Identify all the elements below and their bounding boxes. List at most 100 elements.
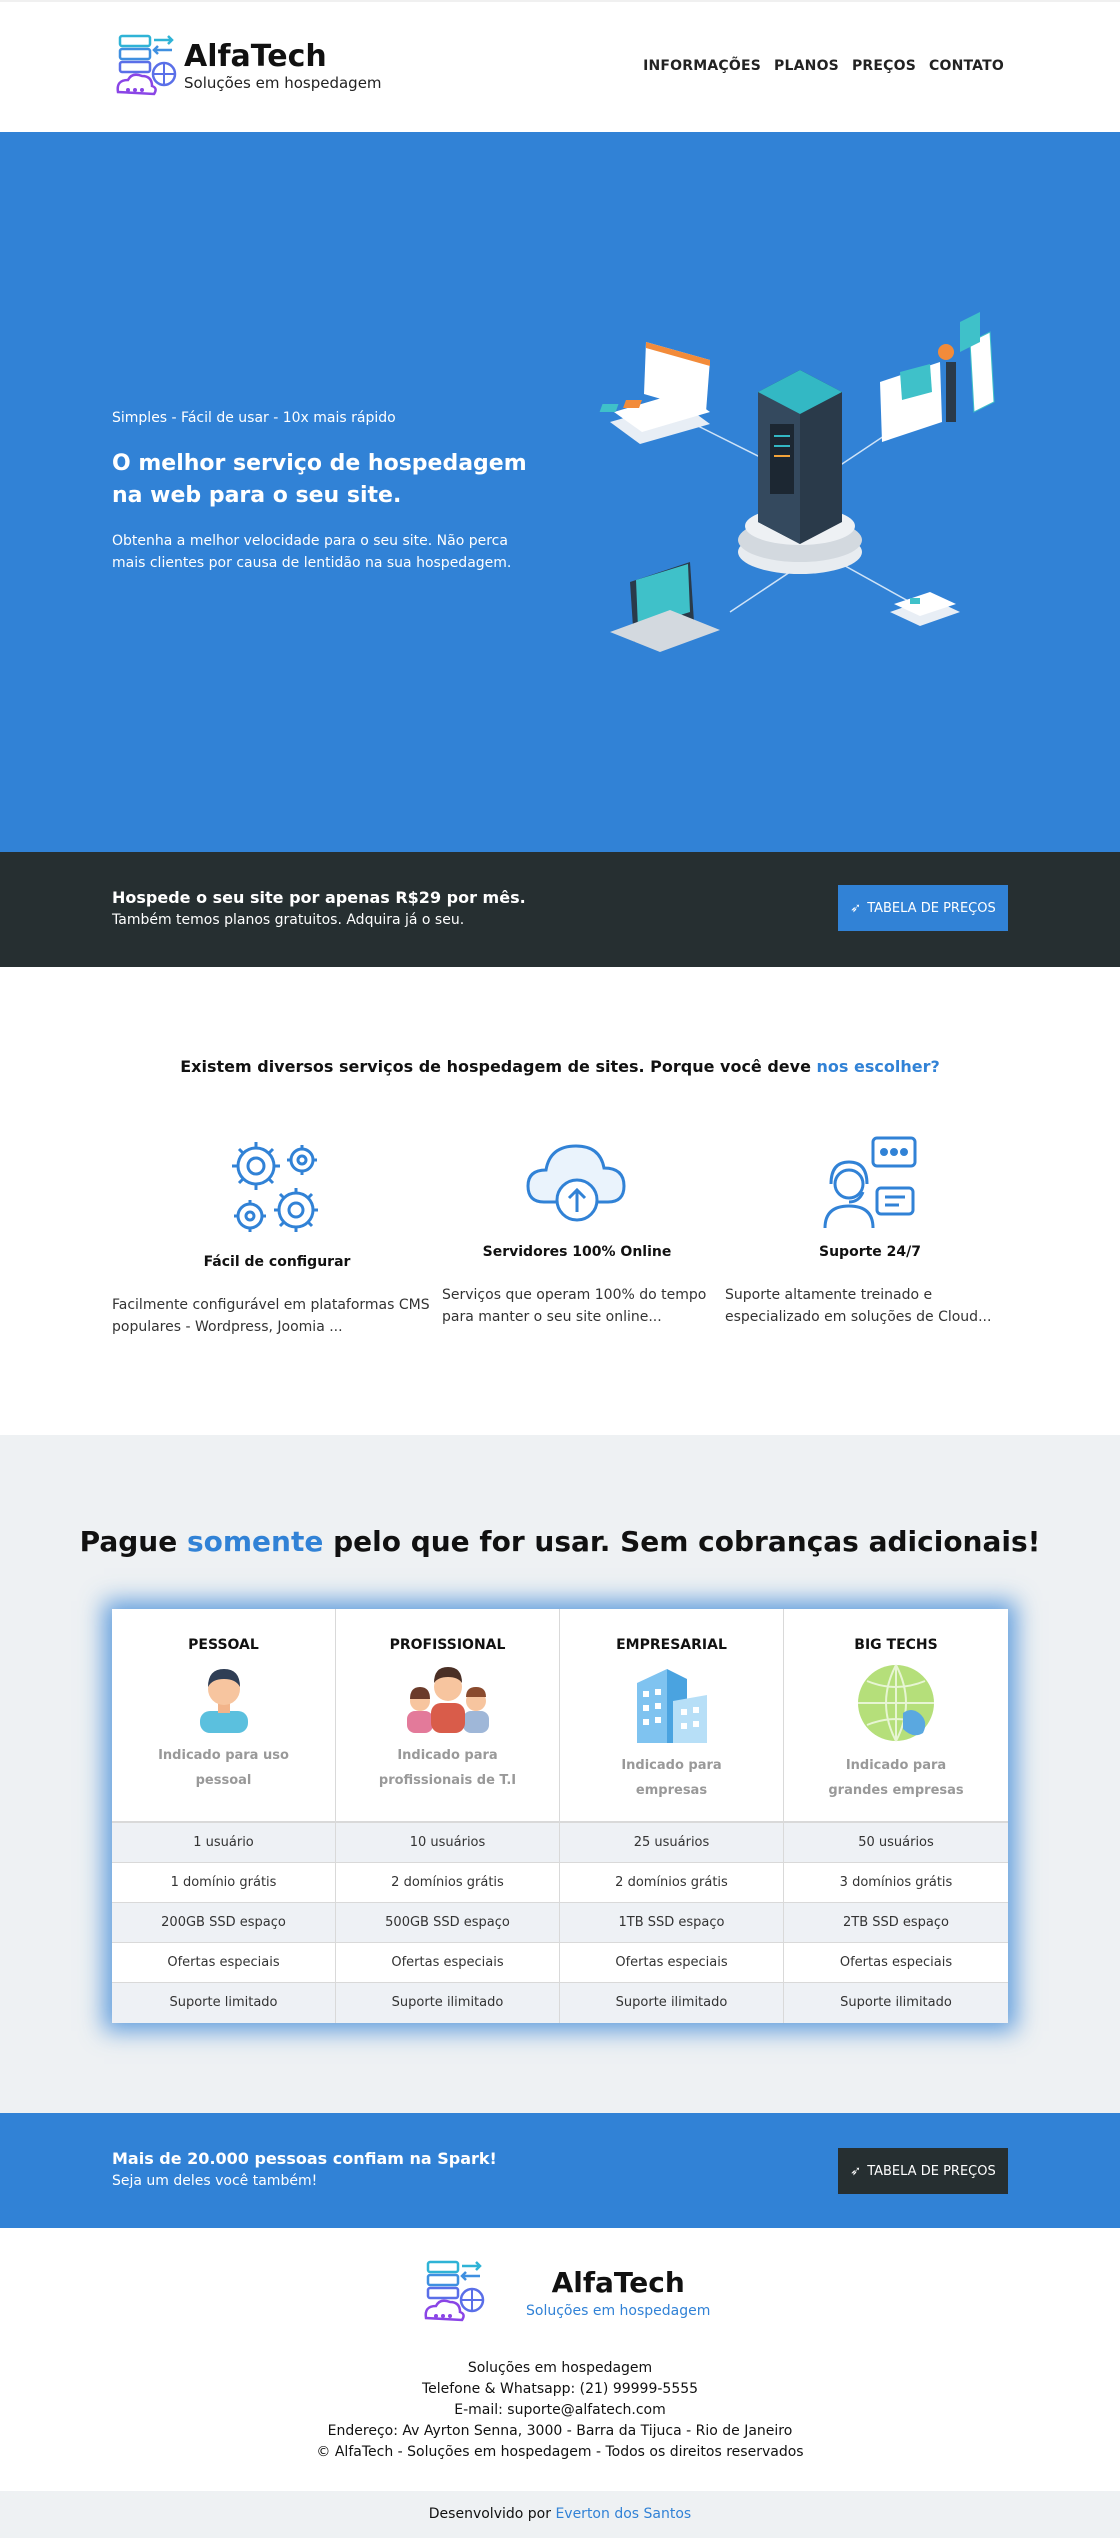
plan-name: EMPRESARIAL [616, 1637, 727, 1653]
building-icon [636, 1669, 707, 1743]
nav-contato[interactable]: CONTATO [929, 58, 1004, 74]
price-cta-section: Hospede o seu site por apenas R$29 por m… [0, 852, 1120, 967]
plan-feature-row: Suporte ilimitado [784, 1983, 1008, 2023]
pricing-section: Pague somente pelo que for usar. Sem cob… [0, 1435, 1120, 2113]
cta-title: Mais de 20.000 pessoas confiam na Spark! [112, 2149, 497, 2168]
nav-planos[interactable]: PLANOS [774, 58, 839, 74]
nav-informacoes[interactable]: INFORMAÇÕES [643, 58, 761, 74]
plan-feature-row: Suporte limitado [112, 1983, 335, 2023]
plan-header: EMPRESARIAL Indicado para empresas [560, 1609, 783, 1823]
plan-feature-row: Ofertas especiais [560, 1943, 783, 1983]
footer-address: Endereço: Av Ayrton Senna, 3000 - Barra … [327, 2423, 793, 2439]
plan-feature-row: 3 domínios grátis [784, 1863, 1008, 1903]
footer-line: Soluções em hospedagem [467, 2360, 653, 2376]
credit-bar: Desenvolvido por Everton dos Santos [0, 2491, 1120, 2538]
plan-feature-row: 1 domínio grátis [112, 1863, 335, 1903]
cloud-upload-icon [526, 1144, 626, 1222]
price-table-button-label: TABELA DE PREÇOS [867, 2163, 996, 2179]
footer-email: E-mail: suporte@alfatech.com [454, 2402, 666, 2418]
team-icon [406, 1667, 489, 1733]
plan-feature-row: 50 usuários [784, 1823, 1008, 1863]
footer-brand-name: AlfaTech [551, 2265, 685, 2299]
feature-title: Fácil de configurar [203, 1254, 351, 1270]
feature-text: Suporte altamente treinado e especializa… [725, 1287, 992, 1325]
footer-phone: Telefone & Whatsapp: (21) 99999-5555 [421, 2381, 699, 2397]
plan-header: BIG TECHS Indicado para grandes empresas [784, 1609, 1008, 1823]
pricing-title-highlight: somente [186, 1525, 324, 1558]
server-illustration-icon [599, 312, 995, 652]
plan-profissional[interactable]: PROFISSIONAL Indicado para profissionais… [336, 1609, 560, 2023]
plan-feature-row: 200GB SSD espaço [112, 1903, 335, 1943]
pricing-title: Pague somente pelo que for usar. Sem cob… [0, 1525, 1120, 1558]
page: AlfaTech Soluções em hospedagem INFORMAÇ… [0, 0, 1120, 2538]
plan-name: BIG TECHS [854, 1637, 938, 1653]
hero-title: O melhor serviço de hospedagem na web pa… [112, 451, 527, 508]
feature-easy-config: Fácil de configurar Facilmente configurá… [112, 1132, 442, 1338]
rocket-icon: ➶ [850, 900, 862, 916]
plan-indication: Indicado para grandes empresas [828, 1758, 964, 1798]
plan-feature-row: 2 domínios grátis [336, 1863, 559, 1903]
price-table-button[interactable]: ➶ TABELA DE PREÇOS [838, 885, 1008, 931]
plan-feature-row: 1 usuário [112, 1823, 335, 1863]
plan-name: PESSOAL [188, 1637, 259, 1653]
plan-header: PROFISSIONAL Indicado para profissionais… [336, 1609, 559, 1823]
footer-copyright: © AlfaTech - Soluções em hospedagem - To… [316, 2444, 804, 2460]
hero-tagline: Simples - Fácil de usar - 10x mais rápid… [112, 410, 396, 426]
globe-icon [858, 1664, 934, 1742]
feature-support: Suporte 24/7 Suporte altamente treinado … [725, 1132, 1015, 1328]
brand-name: AlfaTech [184, 39, 327, 74]
plan-feature-row: Suporte ilimitado [560, 1983, 783, 2023]
plan-feature-row: 2 domínios grátis [560, 1863, 783, 1903]
person-icon [199, 1669, 248, 1733]
feature-title: Suporte 24/7 [819, 1244, 921, 1260]
site-header: AlfaTech Soluções em hospedagem INFORMAÇ… [0, 0, 1120, 132]
credit-prefix: Desenvolvido por [428, 2506, 551, 2522]
footer-info: Soluções em hospedagem Telefone & Whatsa… [0, 2358, 1120, 2463]
feature-text: Serviços que operam 100% do tempo para m… [442, 1287, 707, 1325]
plan-feature-row: Suporte ilimitado [336, 1983, 559, 2023]
plan-pessoal[interactable]: PESSOAL Indicado para uso pessoal 1 usuá… [112, 1609, 336, 2023]
rocket-icon: ➶ [850, 2163, 862, 2179]
pricing-title-suffix: pelo que for usar. Sem cobranças adicion… [333, 1525, 1041, 1558]
footer-brand-tagline: Soluções em hospedagem [526, 2302, 711, 2319]
site-footer: AlfaTech Soluções em hospedagem Soluções… [0, 2228, 1120, 2491]
why-title: Existem diversos serviços de hospedagem … [0, 1057, 1120, 1076]
plan-feature-row: 10 usuários [336, 1823, 559, 1863]
server-cloud-logo-icon [424, 2260, 485, 2322]
server-cloud-logo-icon [116, 34, 177, 96]
pricing-title-prefix: Pague [79, 1525, 178, 1558]
credit-author-link[interactable]: Everton dos Santos [555, 2506, 691, 2522]
plan-indication: Indicado para empresas [621, 1758, 722, 1798]
plan-feature-row: Ofertas especiais [336, 1943, 559, 1983]
plan-indication: Indicado para profissionais de T.I [378, 1748, 517, 1788]
feature-title: Servidores 100% Online [482, 1244, 672, 1260]
pricing-table: PESSOAL Indicado para uso pessoal 1 usuá… [112, 1609, 1008, 2023]
plan-big-techs[interactable]: BIG TECHS Indicado para grandes empresas… [784, 1609, 1008, 2023]
brand-tagline: Soluções em hospedagem [184, 74, 382, 92]
why-us-section: Existem diversos serviços de hospedagem … [0, 967, 1120, 1435]
footer-logo[interactable]: AlfaTech Soluções em hospedagem [420, 2256, 710, 2328]
feature-text: Facilmente configurável em plataformas C… [112, 1297, 430, 1335]
brand-logo[interactable]: AlfaTech Soluções em hospedagem [112, 30, 382, 102]
feature-online-servers: Servidores 100% Online Serviços que oper… [442, 1132, 712, 1328]
plan-feature-row: 500GB SSD espaço [336, 1903, 559, 1943]
nav-precos[interactable]: PREÇOS [852, 58, 916, 74]
price-table-button[interactable]: ➶ TABELA DE PREÇOS [838, 2148, 1008, 2194]
plan-feature-row: 1TB SSD espaço [560, 1903, 783, 1943]
hero-description: Obtenha a melhor velocidade para o seu s… [112, 533, 512, 571]
hero-section: Simples - Fácil de usar - 10x mais rápid… [0, 132, 1120, 852]
support-agent-icon [823, 1136, 917, 1229]
plan-feature-row: 2TB SSD espaço [784, 1903, 1008, 1943]
cta-subtitle: Seja um deles você também! [112, 2173, 318, 2189]
why-title-highlight: nos escolher? [816, 1057, 940, 1076]
plan-indication: Indicado para uso pessoal [158, 1748, 289, 1788]
plan-empresarial[interactable]: EMPRESARIAL Indicado para empresas 25 us… [560, 1609, 784, 2023]
gears-icon [232, 1142, 318, 1232]
why-title-prefix: Existem diversos serviços de hospedagem … [180, 1057, 811, 1076]
plan-feature-row: 25 usuários [560, 1823, 783, 1863]
plan-feature-row: Ofertas especiais [112, 1943, 335, 1983]
main-nav: INFORMAÇÕES PLANOS PREÇOS CONTATO [643, 58, 1004, 74]
cta-title: Hospede o seu site por apenas R$29 por m… [112, 888, 526, 907]
cta-subtitle: Também temos planos gratuitos. Adquira j… [112, 912, 465, 928]
plan-name: PROFISSIONAL [389, 1637, 506, 1653]
